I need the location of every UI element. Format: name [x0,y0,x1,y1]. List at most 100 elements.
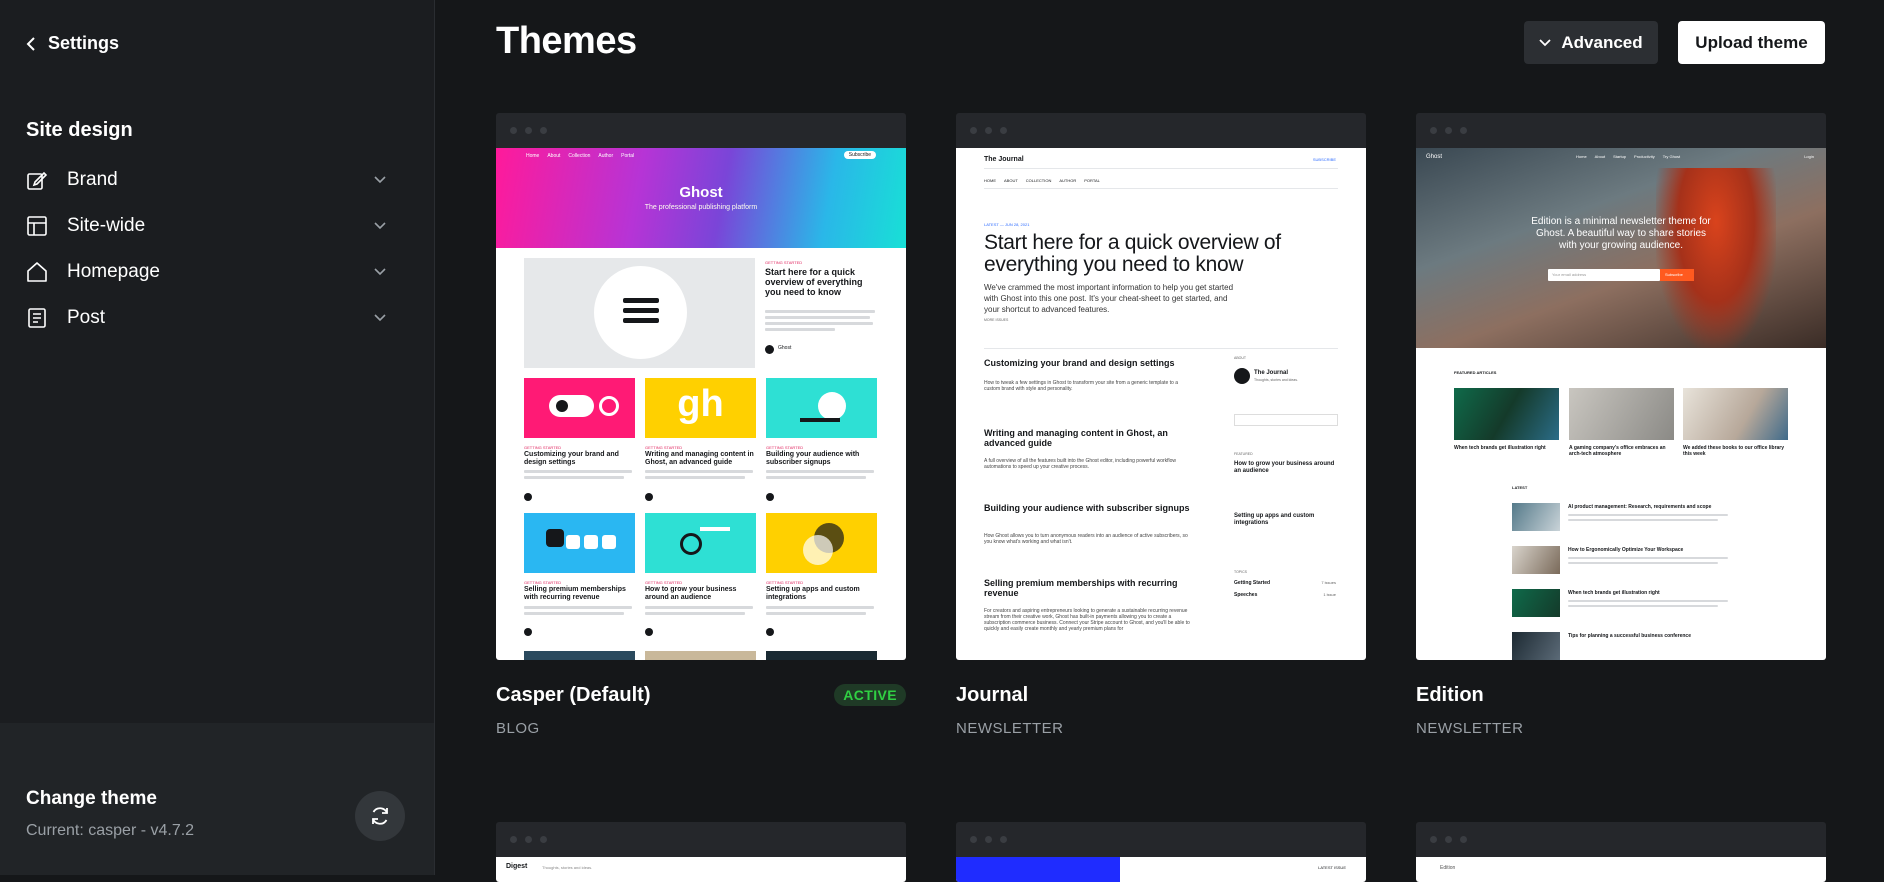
thumb-teal [766,378,877,438]
digest-tagline: Thoughts, stories and ideas. [542,865,593,870]
window-dots [1430,127,1467,134]
digest-brand: Digest [506,863,528,870]
journal-featured-label: FEATURED [1234,452,1253,456]
theme-card-journal[interactable]: The Journal SUBSCRIBE HOME ABOUT COLLECTIO… [956,113,1366,737]
post-tag: GETTING STARTED [645,445,683,450]
theme-name: Edition [1416,684,1484,706]
topic-count: 7 issues [1321,580,1336,585]
journal-more: MORE ISSUES [984,318,1009,322]
change-theme-panel: Change theme Current: casper - v4.7.2 [0,723,434,875]
edition-hero-text: Edition is a minimal newsletter theme fo… [1531,216,1711,251]
sidebar-item-label: Homepage [67,261,160,282]
sidebar-item-brand[interactable]: Brand [26,157,386,203]
sidebar-item-post[interactable]: Post [26,295,386,341]
theme-category: NEWSLETTER [956,720,1064,737]
window-dots [970,836,1007,843]
post-tag: GETTING STARTED [766,445,804,450]
journal-post-title: Selling premium memberships with recurri… [984,578,1178,598]
change-theme-button[interactable] [355,791,405,841]
third-preview: Edition [1416,857,1826,882]
topic-name: Speeches [1234,592,1258,598]
back-to-settings-link[interactable]: Settings [26,33,119,54]
featured-title: Start here for a quick overview of every… [765,267,863,297]
theme-category: NEWSLETTER [1416,720,1524,737]
topic-count: 1 issue [1323,592,1336,597]
theme-preview-frame: Ghost Home About Startup Productivity Try Gh… [1416,113,1826,660]
journal-preview: The Journal SUBSCRIBE HOME ABOUT COLLECTIO… [956,148,1366,660]
home-icon [26,261,48,283]
advanced-button[interactable]: Advanced [1524,21,1658,64]
theme-card-third[interactable]: Edition [1416,822,1826,882]
active-badge: ACTIVE [834,684,906,706]
themes-main: Themes Advanced Upload theme Home About Co… [436,0,1884,882]
casper-nav: Home About Collection Author Portal [526,153,635,159]
sidebar-item-homepage[interactable]: Homepage [26,249,386,295]
journal-side-featured: How to grow your business around an audi… [1234,461,1335,474]
journal-side-tagline: Thoughts, stories and ideas. [1254,378,1298,382]
journal-hero-title: Start here for a quick overview of every… [984,231,1281,276]
thumb-blue [524,513,635,573]
post-title: Setting up apps and custom integrations [766,586,860,601]
sidebar: Settings Site design Brand Site-wide Hom… [0,0,435,875]
chevron-down-icon [1539,38,1552,46]
window-dots [510,127,547,134]
advanced-label: Advanced [1561,32,1643,52]
journal-about-label: ABOUT [1234,356,1247,360]
edit-icon [26,169,48,191]
post-tag: GETTING STARTED [766,580,804,585]
theme-card-edition[interactable]: Ghost Home About Startup Productivity Try Gh… [1416,113,1826,737]
journal-post-text: How to tweak a few settings in Ghost to … [984,380,1178,392]
casper-tagline: The professional publishing platform [644,204,758,211]
journal-brand: The Journal [984,156,1024,163]
sidebar-item-label: Brand [67,169,118,190]
post-title: Writing and managing content in Ghost, a… [645,451,754,466]
theme-card-dawn[interactable]: LATEST ISSUE [956,822,1366,882]
theme-preview-frame: The Journal SUBSCRIBE HOME ABOUT COLLECTIO… [956,113,1366,660]
casper-featured-image [524,258,755,368]
journal-subscribe: SUBSCRIBE [1312,157,1336,162]
edition-latest-title: Tips for planning a successful business … [1568,633,1691,639]
edition-featured-label: FEATURED ARTICLES [1454,370,1497,375]
post-tag: GETTING STARTED [524,580,562,585]
edition-latest-title: When tech brands get illustration right [1568,590,1660,596]
chevron-down-icon [374,217,386,235]
theme-card-casper[interactable]: Home About Collection Author Portal Subscrib… [496,113,906,737]
chevron-down-icon [374,263,386,281]
edition-subscribe: Subscribe [1665,272,1683,277]
edition-featured-title: When tech brands get illustration right [1454,445,1546,451]
post-title: Selling premium memberships with recurri… [524,586,626,601]
edition-login: Login [1804,154,1814,159]
thumb-key [645,513,756,573]
sidebar-item-site-wide[interactable]: Site-wide [26,203,386,249]
document-icon [26,307,48,329]
edition-preview: Ghost Home About Startup Productivity Try Gh… [1416,148,1826,660]
refresh-icon [372,807,388,825]
chevron-left-icon [26,36,35,51]
casper-preview: Home About Collection Author Portal Subscrib… [496,148,906,660]
journal-post-title: Building your audience with subscriber s… [984,503,1190,513]
theme-preview-frame: Digest Thoughts, stories and ideas. [496,822,906,882]
theme-name: Journal [956,684,1029,706]
third-brand: Edition [1440,865,1456,871]
journal-latest: LATEST — JUN 28, 2021 [984,222,1030,227]
edition-latest-label: LATEST [1512,485,1528,490]
post-title: How to grow your business around an audi… [645,586,737,601]
edition-email: Your email address [1552,272,1587,277]
window-dots [1430,836,1467,843]
dawn-preview: LATEST ISSUE [956,857,1366,882]
upload-theme-button[interactable]: Upload theme [1678,21,1825,64]
edition-nav: Home About Startup Productivity Try Ghost [1576,154,1681,159]
dawn-nav: LATEST ISSUE [1318,865,1346,870]
thumb-pink [524,378,635,438]
journal-topics-label: TOPICS [1234,570,1247,574]
journal-hero-text: We've crammed the most important informa… [984,283,1234,314]
chevron-down-icon [374,171,386,189]
window-dots [510,836,547,843]
section-title: Site design [26,119,133,141]
current-theme-label: Current: casper - v4.7.2 [26,822,195,839]
edition-hero-image: Ghost Home About Startup Productivity Try Gh… [1416,148,1826,348]
featured-tag: GETTING STARTED [765,260,803,265]
theme-card-digest[interactable]: Digest Thoughts, stories and ideas. [496,822,906,882]
edition-featured-title: We added these books to our office libra… [1683,445,1785,457]
journal-post-text: A full overview of all the features buil… [984,458,1177,470]
